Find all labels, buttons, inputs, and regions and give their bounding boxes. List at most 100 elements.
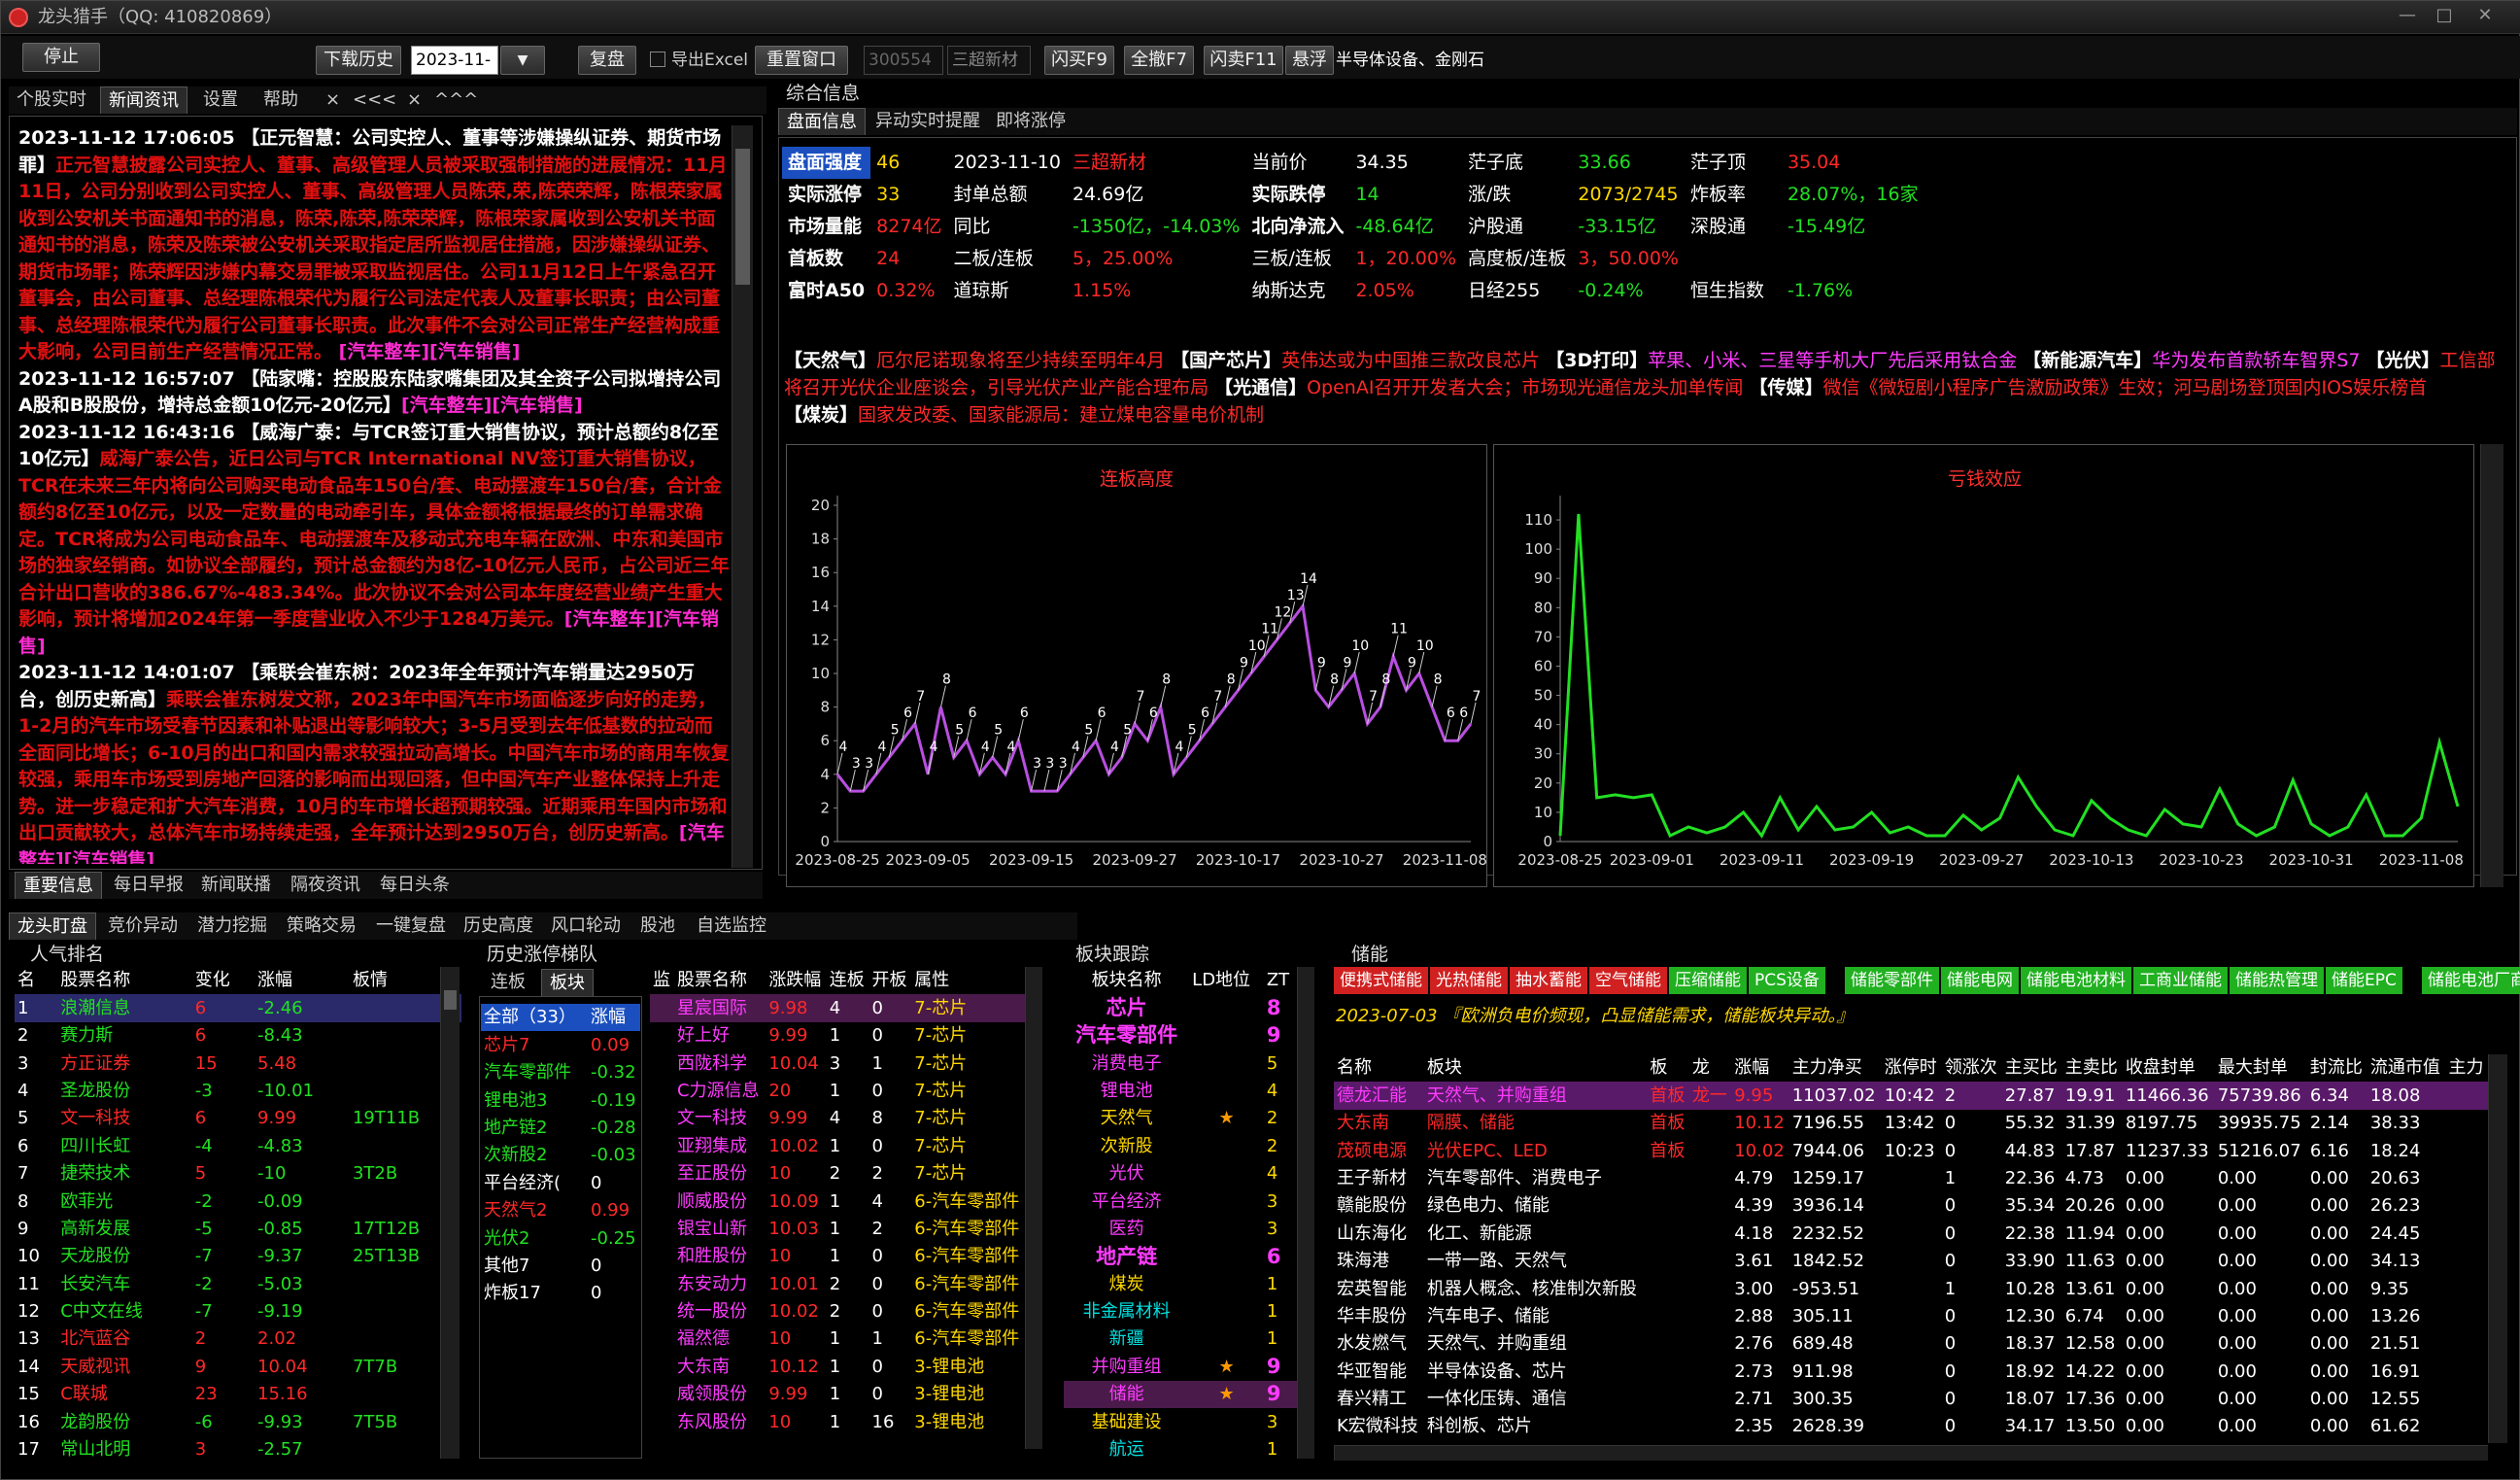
table-row[interactable]: 锂电池3 -0.19 xyxy=(481,1086,640,1114)
table-row[interactable]: 王子新材 汽车零部件、消费电子 4.79 1259.17 1 22.36 4.73 0.00 0… xyxy=(1334,1165,2488,1192)
tab-overnight[interactable]: 隔夜资讯 xyxy=(283,872,368,899)
stock-name[interactable]: C中文在线 xyxy=(57,1298,192,1325)
col-header[interactable]: 主力 xyxy=(2446,1054,2489,1082)
table-row[interactable]: 统一股份 10.02 2 0 6-汽车零部件 xyxy=(650,1298,1027,1325)
stock-name[interactable]: 欧菲光 xyxy=(57,1187,192,1215)
blocks-scrollbar[interactable] xyxy=(1297,967,1314,1459)
stock-name[interactable]: 至正股份 xyxy=(674,1160,766,1187)
sector-name[interactable]: 储能 xyxy=(1064,1381,1189,1408)
table-row[interactable]: 芯片 8 xyxy=(1064,994,1297,1021)
sector-name[interactable]: 次新股2 xyxy=(481,1142,588,1169)
stock-name[interactable]: 龙韵股份 xyxy=(57,1408,192,1435)
tab-morning[interactable]: 每日早报 xyxy=(106,872,191,899)
tab-help[interactable]: 帮助 xyxy=(255,86,306,114)
table-row[interactable]: 7 捷荣技术 5 -10 3T2B xyxy=(15,1160,461,1187)
monitor-flag[interactable] xyxy=(650,1353,674,1380)
table-row[interactable]: 东风股份 10 1 16 3-锂电池 xyxy=(650,1408,1027,1435)
stock-name[interactable]: 圣龙股份 xyxy=(57,1078,192,1105)
cancel-all-button[interactable]: 全撤F7 xyxy=(1124,46,1194,75)
col-header[interactable]: ZT xyxy=(1264,967,1297,994)
stock-name[interactable]: 高新发展 xyxy=(57,1216,192,1243)
tab-sector[interactable]: 板块 xyxy=(541,969,594,996)
maximize-icon[interactable]: □ xyxy=(2428,5,2461,28)
energy-category-chip[interactable]: 储能热管理 xyxy=(2230,967,2324,994)
stock-name[interactable]: 茂硕电源 xyxy=(1334,1137,1424,1164)
sector-name[interactable]: 芯片 xyxy=(1064,994,1189,1021)
table-row[interactable]: 好上好 9.99 1 0 7-芯片 xyxy=(650,1022,1027,1050)
stock-name[interactable]: 华丰股份 xyxy=(1334,1303,1424,1330)
replay-button[interactable]: 复盘 xyxy=(578,46,636,75)
stock-name[interactable]: 天威视讯 xyxy=(57,1353,192,1380)
tab-strategy[interactable]: 策略交易 xyxy=(279,912,364,940)
stock-name[interactable]: 福然德 xyxy=(674,1325,766,1353)
col-header[interactable]: 最大封单 xyxy=(2215,1054,2307,1082)
table-row[interactable]: 威领股份 9.99 1 0 3-锂电池 xyxy=(650,1381,1027,1408)
stock-code-input[interactable]: 300554 xyxy=(864,46,943,75)
export-checkbox[interactable] xyxy=(650,52,665,67)
sector-name[interactable]: 地产链2 xyxy=(481,1115,588,1142)
col-header[interactable]: 板块名称 xyxy=(1064,967,1189,994)
col-header[interactable]: 龙 xyxy=(1689,1054,1731,1082)
monitor-flag[interactable] xyxy=(650,1216,674,1243)
collapse-up-icon[interactable]: ^^^ xyxy=(426,86,486,114)
stock-name[interactable]: 顺威股份 xyxy=(674,1187,766,1215)
sector-name[interactable]: 航运 xyxy=(1064,1436,1189,1463)
table-row[interactable]: 顺威股份 10.09 1 4 6-汽车零部件 xyxy=(650,1187,1027,1215)
energy-category-chip[interactable]: 压缩储能 xyxy=(1669,967,1747,994)
monitor-flag[interactable] xyxy=(650,1022,674,1050)
tab-auction[interactable]: 竞价异动 xyxy=(100,912,186,940)
table-row[interactable]: 地产链 6 xyxy=(1064,1243,1297,1270)
sector-name[interactable]: 消费电子 xyxy=(1064,1050,1189,1077)
table-row[interactable]: 11 长安汽车 -2 -5.03 xyxy=(15,1270,461,1297)
energy-category-chip[interactable]: 储能零部件 xyxy=(1845,967,1939,994)
stock-name[interactable]: 捷荣技术 xyxy=(57,1160,192,1187)
table-row[interactable]: 茂硕电源 光伏EPC、LED 首板 10.02 7944.06 10:23 0 44.83 17… xyxy=(1334,1137,2488,1164)
energy-category-chip[interactable]: 储能EPC xyxy=(2326,967,2402,994)
col-header[interactable]: 主买比 xyxy=(2002,1054,2062,1082)
table-row[interactable]: 并购重组 ★ 9 xyxy=(1064,1353,1297,1380)
energy-category-chip[interactable]: 便携式储能 xyxy=(1334,967,1428,994)
col-header[interactable]: 变化 xyxy=(192,967,255,994)
energy-category-chip[interactable]: 光热储能 xyxy=(1430,967,1508,994)
sector-name[interactable]: 其他7 xyxy=(481,1253,588,1280)
col-header[interactable]: 板 xyxy=(1647,1054,1688,1082)
table-row[interactable]: 银宝山新 10.03 1 2 6-汽车零部件 xyxy=(650,1216,1027,1243)
scroll-thumb[interactable] xyxy=(735,149,750,285)
date-input[interactable]: 2023-11-13 xyxy=(411,46,498,97)
col-header[interactable]: 流通市值 xyxy=(2367,1054,2446,1082)
energy-category-chip[interactable]: 抽水蓄能 xyxy=(1510,967,1587,994)
tab-stock-realtime[interactable]: 个股实时 xyxy=(9,86,94,114)
tab-one-key-review[interactable]: 一键复盘 xyxy=(368,912,454,940)
close-icon[interactable]: ✕ xyxy=(2469,5,2502,28)
table-row[interactable]: 其他7 0 xyxy=(481,1253,640,1280)
tab-near-limit[interactable]: 即将涨停 xyxy=(988,108,1073,135)
stock-name[interactable]: 天龙股份 xyxy=(57,1243,192,1270)
sector-name[interactable]: 基础建设 xyxy=(1064,1408,1189,1435)
col-header[interactable]: 领涨次 xyxy=(1942,1054,2002,1082)
col-header[interactable]: 主力净买 xyxy=(1789,1054,1882,1082)
sector-name[interactable]: 地产链 xyxy=(1064,1243,1189,1270)
table-row[interactable]: 华亚智能 半导体设备、芯片 2.73 911.98 0 18.92 14.22 0.00 0.0… xyxy=(1334,1358,2488,1385)
table-row[interactable]: 锂电池 4 xyxy=(1064,1078,1297,1105)
stock-name[interactable]: 赛力斯 xyxy=(57,1022,192,1050)
tab-alerts[interactable]: 异动实时提醒 xyxy=(868,108,988,135)
sector-name[interactable]: 煤炭 xyxy=(1064,1270,1189,1297)
table-row[interactable]: 消费电子 5 xyxy=(1064,1050,1297,1077)
energy-category-chip[interactable]: 储能电网 xyxy=(1941,967,2019,994)
energy-hscrollbar[interactable] xyxy=(1334,1445,2488,1461)
stock-name[interactable]: 山东海化 xyxy=(1334,1220,1424,1247)
sector-name[interactable]: 光伏2 xyxy=(481,1224,588,1252)
stock-name[interactable]: 浪潮信息 xyxy=(57,994,192,1021)
stock-name[interactable]: 水发燃气 xyxy=(1334,1330,1424,1358)
tab-news[interactable]: 新闻资讯 xyxy=(100,86,187,114)
table-row[interactable]: 6 四川长虹 -4 -4.83 xyxy=(15,1132,461,1159)
table-row[interactable]: 3 方正证券 15 5.48 xyxy=(15,1050,461,1077)
quick-buy-button[interactable]: 闪买F9 xyxy=(1044,46,1114,75)
stock-name[interactable]: 文一科技 xyxy=(57,1105,192,1132)
stock-name[interactable]: 四川长虹 xyxy=(57,1132,192,1159)
table-row[interactable]: C力源信息 20 1 0 7-芯片 xyxy=(650,1078,1027,1105)
news-scrollbar[interactable] xyxy=(732,125,753,868)
sector-name[interactable]: 非金属材料 xyxy=(1064,1298,1189,1325)
col-header[interactable]: 股票名称 xyxy=(674,967,766,994)
table-row[interactable]: 珠海港 一带一路、天然气 3.61 1842.52 0 33.90 11.63 0.00 0.0… xyxy=(1334,1248,2488,1275)
